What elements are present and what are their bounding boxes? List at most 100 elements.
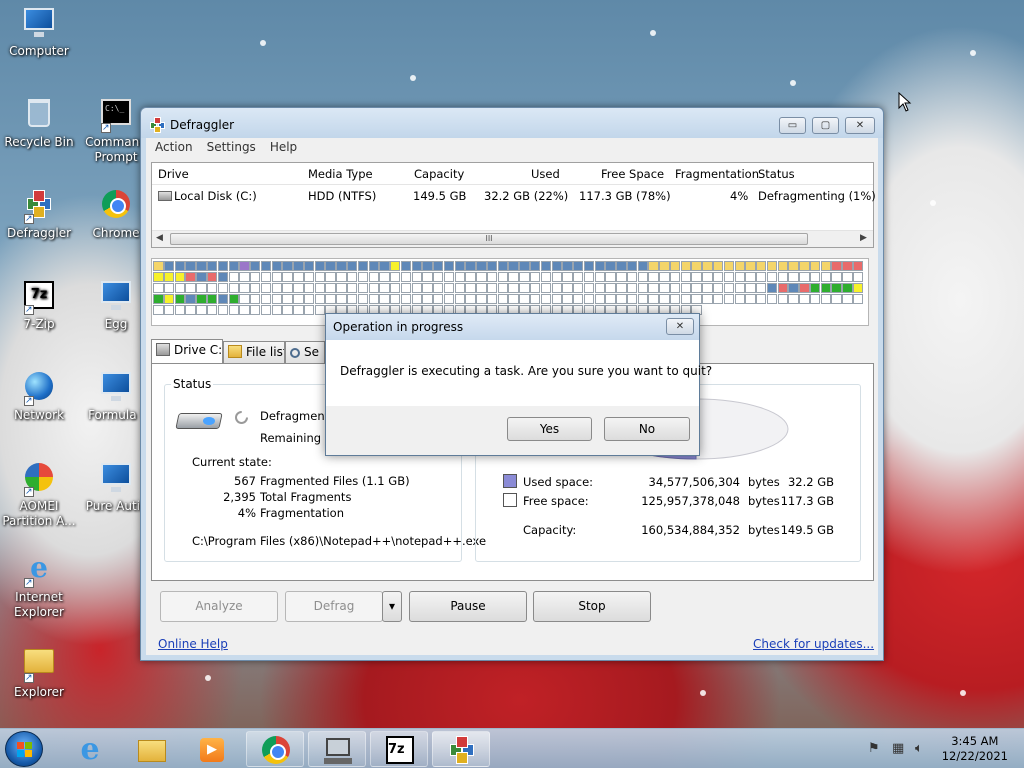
- disk-cluster-block[interactable]: [777, 294, 788, 305]
- disk-cluster-block[interactable]: [476, 282, 487, 293]
- disk-cluster-block[interactable]: [669, 260, 681, 271]
- disk-cluster-block[interactable]: [400, 282, 412, 293]
- disk-cluster-block[interactable]: [562, 294, 573, 305]
- disk-cluster-block[interactable]: [626, 282, 638, 293]
- disk-cluster-block[interactable]: [723, 294, 735, 305]
- disk-cluster-block[interactable]: [809, 271, 821, 282]
- disk-cluster-block[interactable]: [217, 294, 229, 305]
- disk-cluster-block[interactable]: [454, 294, 466, 305]
- column-capacity[interactable]: Capacity: [414, 167, 464, 181]
- disk-cluster-block[interactable]: [282, 271, 293, 282]
- disk-cluster-block[interactable]: [185, 271, 196, 282]
- disk-cluster-block[interactable]: [723, 260, 735, 271]
- minimize-button[interactable]: ▭: [779, 117, 806, 134]
- disk-cluster-block[interactable]: [497, 282, 509, 293]
- disk-cluster-block[interactable]: [745, 271, 756, 282]
- disk-cluster-block[interactable]: [842, 271, 853, 282]
- disk-cluster-block[interactable]: [476, 271, 487, 282]
- disk-cluster-block[interactable]: [723, 271, 735, 282]
- disk-cluster-block[interactable]: [336, 294, 347, 305]
- disk-cluster-block[interactable]: [314, 271, 326, 282]
- disk-cluster-block[interactable]: [745, 282, 756, 293]
- stop-button[interactable]: Stop: [533, 591, 651, 622]
- disk-cluster-block[interactable]: [691, 282, 702, 293]
- disk-cluster-block[interactable]: [713, 271, 724, 282]
- disk-cluster-block[interactable]: [390, 282, 401, 293]
- tab-drive-c[interactable]: Drive C:: [151, 339, 223, 363]
- disk-cluster-block[interactable]: [605, 260, 616, 271]
- disk-cluster-block[interactable]: [799, 271, 810, 282]
- disk-cluster-block[interactable]: [443, 271, 455, 282]
- disk-cluster-block[interactable]: [788, 271, 799, 282]
- disk-cluster-block[interactable]: [605, 294, 616, 305]
- system-clock[interactable]: 3:45 AM 12/22/2021: [942, 734, 1008, 764]
- desktop-icon-aomei[interactable]: AOMEI Partition A...: [1, 461, 77, 529]
- disk-cluster-block[interactable]: [239, 260, 250, 271]
- no-button[interactable]: No: [604, 417, 690, 441]
- menu-help[interactable]: Help: [265, 138, 302, 156]
- disk-cluster-block[interactable]: [648, 294, 659, 305]
- disk-cluster-block[interactable]: [153, 260, 164, 271]
- disk-cluster-block[interactable]: [842, 282, 853, 293]
- desktop-icon-7zip[interactable]: 7z 7-Zip: [1, 279, 77, 332]
- action-center-icon[interactable]: ⚑: [868, 741, 880, 756]
- disk-cluster-block[interactable]: [734, 271, 745, 282]
- disk-cluster-block[interactable]: [680, 260, 692, 271]
- disk-cluster-block[interactable]: [637, 294, 649, 305]
- disk-cluster-block[interactable]: [659, 294, 670, 305]
- horizontal-scrollbar[interactable]: ◀ III ▶: [152, 230, 873, 247]
- disk-cluster-block[interactable]: [217, 260, 229, 271]
- disk-cluster-block[interactable]: [260, 271, 272, 282]
- disk-cluster-block[interactable]: [680, 282, 692, 293]
- disk-cluster-block[interactable]: [314, 294, 326, 305]
- disk-cluster-block[interactable]: [207, 305, 218, 316]
- defrag-dropdown-button[interactable]: ▾: [382, 591, 402, 622]
- disk-cluster-block[interactable]: [648, 271, 659, 282]
- column-fragmentation[interactable]: Fragmentation: [675, 167, 759, 181]
- disk-cluster-block[interactable]: [637, 271, 649, 282]
- disk-cluster-block[interactable]: [756, 271, 767, 282]
- disk-cluster-block[interactable]: [379, 260, 390, 271]
- disk-cluster-block[interactable]: [745, 260, 756, 271]
- disk-cluster-block[interactable]: [422, 271, 433, 282]
- disk-cluster-block[interactable]: [551, 294, 562, 305]
- disk-cluster-block[interactable]: [185, 294, 196, 305]
- disk-cluster-block[interactable]: [239, 271, 250, 282]
- disk-cluster-block[interactable]: [400, 260, 412, 271]
- disk-cluster-block[interactable]: [723, 282, 735, 293]
- disk-cluster-block[interactable]: [637, 282, 649, 293]
- disk-cluster-block[interactable]: [551, 282, 562, 293]
- disk-cluster-block[interactable]: [734, 294, 745, 305]
- yes-button[interactable]: Yes: [507, 417, 592, 441]
- taskbar-internet-explorer[interactable]: e: [60, 731, 118, 767]
- disk-cluster-block[interactable]: [379, 271, 390, 282]
- disk-cluster-block[interactable]: [648, 260, 659, 271]
- volume-icon[interactable]: 🔈︎: [915, 741, 923, 756]
- disk-cluster-block[interactable]: [734, 260, 745, 271]
- disk-cluster-block[interactable]: [831, 282, 842, 293]
- disk-cluster-block[interactable]: [454, 271, 466, 282]
- analyze-button[interactable]: Analyze: [160, 591, 278, 622]
- disk-cluster-block[interactable]: [433, 260, 444, 271]
- disk-cluster-block[interactable]: [196, 271, 207, 282]
- disk-cluster-block[interactable]: [809, 260, 821, 271]
- disk-cluster-block[interactable]: [293, 271, 304, 282]
- disk-cluster-block[interactable]: [217, 282, 229, 293]
- column-used[interactable]: Used: [531, 167, 560, 181]
- disk-cluster-block[interactable]: [411, 294, 422, 305]
- disk-cluster-block[interactable]: [616, 260, 627, 271]
- column-status[interactable]: Status: [758, 167, 795, 181]
- disk-cluster-block[interactable]: [508, 271, 519, 282]
- disk-cluster-block[interactable]: [842, 294, 853, 305]
- disk-cluster-block[interactable]: [163, 260, 175, 271]
- disk-cluster-block[interactable]: [831, 271, 842, 282]
- disk-cluster-block[interactable]: [303, 294, 315, 305]
- disk-cluster-block[interactable]: [411, 260, 422, 271]
- disk-cluster-block[interactable]: [605, 282, 616, 293]
- disk-cluster-block[interactable]: [271, 305, 282, 316]
- disk-cluster-block[interactable]: [454, 282, 466, 293]
- disk-cluster-block[interactable]: [766, 282, 778, 293]
- disk-cluster-block[interactable]: [605, 271, 616, 282]
- disk-cluster-block[interactable]: [519, 294, 530, 305]
- disk-cluster-block[interactable]: [314, 282, 326, 293]
